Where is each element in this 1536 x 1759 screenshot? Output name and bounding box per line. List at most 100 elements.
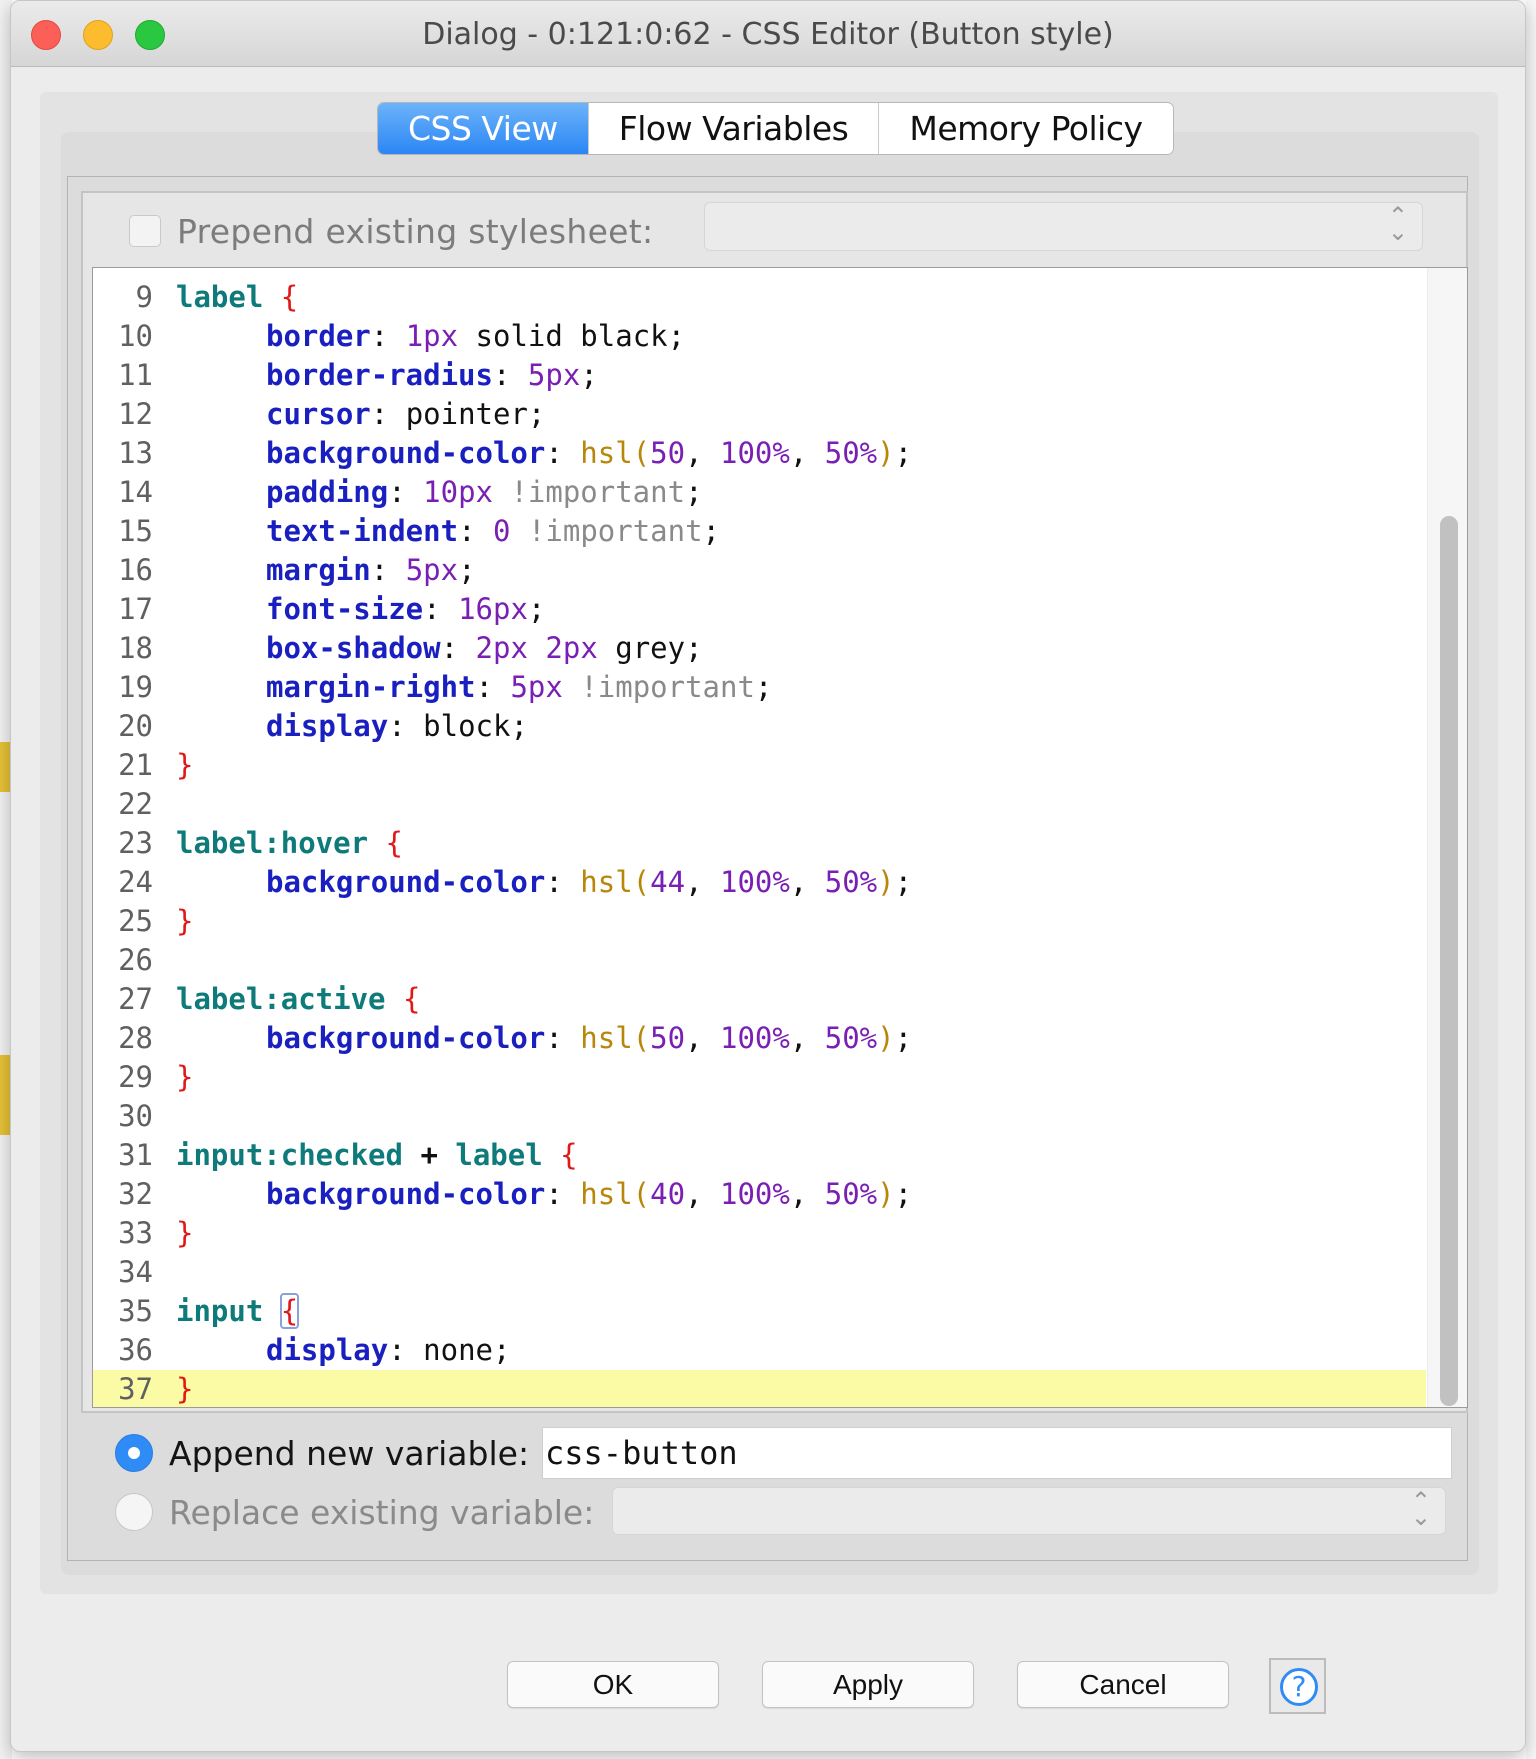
append-variable-row: Append new variable:	[115, 1429, 529, 1477]
code-text: input:checked + label {	[176, 1138, 578, 1172]
line-number: 17	[118, 592, 153, 626]
code-text: background-color: hsl(50, 100%, 50%);	[266, 436, 913, 470]
line-number: 10	[118, 319, 153, 353]
code-line[interactable]: 17 font-size: 16px;	[93, 590, 1426, 629]
code-text: border: 1px solid black;	[266, 319, 686, 353]
code-text: padding: 10px !important;	[266, 475, 703, 509]
background-node-strip	[0, 742, 10, 792]
code-text: }	[176, 748, 194, 782]
line-number: 37	[118, 1372, 153, 1406]
line-number: 21	[118, 748, 153, 782]
line-number: 9	[135, 280, 153, 314]
ok-button[interactable]: OK	[507, 1661, 719, 1708]
line-number: 25	[118, 904, 153, 938]
code-line[interactable]: 27 label:active {	[93, 980, 1426, 1019]
replace-variable-select[interactable]: ⌃ ⌄	[612, 1487, 1446, 1535]
scrollbar-thumb[interactable]	[1440, 516, 1458, 1406]
append-variable-radio[interactable]	[115, 1434, 153, 1472]
updown-chevron-icon: ⌃ ⌄	[1410, 1488, 1431, 1531]
line-number: 29	[118, 1060, 153, 1094]
apply-button[interactable]: Apply	[762, 1661, 974, 1708]
code-line[interactable]: 37}	[93, 1370, 1426, 1407]
dialog-window: Dialog - 0:121:0:62 - CSS Editor (Button…	[10, 0, 1526, 1752]
line-number: 19	[118, 670, 153, 704]
code-text: label:hover {	[176, 826, 403, 860]
prepend-stylesheet-checkbox[interactable]	[129, 215, 161, 247]
code-line[interactable]: 12 cursor: pointer;	[93, 395, 1426, 434]
tab-css-view[interactable]: CSS View	[378, 103, 589, 154]
line-number: 18	[118, 631, 153, 665]
code-line[interactable]: 10 border: 1px solid black;	[93, 317, 1426, 356]
append-variable-input[interactable]: css-button	[542, 1427, 1452, 1479]
tab-flow-variables[interactable]: Flow Variables	[588, 103, 880, 154]
code-text: text-indent: 0 !important;	[266, 514, 721, 548]
tab-memory-policy[interactable]: Memory Policy	[879, 103, 1173, 154]
code-line[interactable]: 30	[93, 1097, 1426, 1136]
code-text: input {	[176, 1293, 300, 1329]
code-text: cursor: pointer;	[266, 397, 546, 431]
code-line[interactable]: 18 box-shadow: 2px 2px grey;	[93, 629, 1426, 668]
help-icon: ?	[1280, 1668, 1318, 1706]
code-line[interactable]: 32 background-color: hsl(40, 100%, 50%);	[93, 1175, 1426, 1214]
help-button[interactable]: ?	[1269, 1658, 1326, 1714]
code-text: }	[176, 1060, 194, 1094]
code-line[interactable]: 26	[93, 941, 1426, 980]
cancel-button[interactable]: Cancel	[1017, 1661, 1229, 1708]
code-line[interactable]: 13 background-color: hsl(50, 100%, 50%);	[93, 434, 1426, 473]
line-number: 11	[118, 358, 153, 392]
line-number: 22	[118, 787, 153, 821]
line-number: 34	[118, 1255, 153, 1289]
code-line[interactable]: 23 label:hover {	[93, 824, 1426, 863]
code-text: background-color: hsl(40, 100%, 50%);	[266, 1177, 913, 1211]
replace-variable-radio[interactable]	[115, 1493, 153, 1531]
line-number: 27	[118, 982, 153, 1016]
code-line[interactable]: 15 text-indent: 0 !important;	[93, 512, 1426, 551]
line-number: 23	[118, 826, 153, 860]
line-number: 13	[118, 436, 153, 470]
css-code-editor[interactable]: 9 label {10 border: 1px solid black; 11 bord…	[92, 267, 1468, 1408]
code-line[interactable]: 21}	[93, 746, 1426, 785]
code-text: display: block;	[266, 709, 528, 743]
line-number: 30	[118, 1099, 153, 1133]
prepend-stylesheet-label: Prepend existing stylesheet:	[177, 211, 654, 251]
line-number: 24	[118, 865, 153, 899]
title-bar[interactable]: Dialog - 0:121:0:62 - CSS Editor (Button…	[11, 1, 1525, 67]
code-text: background-color: hsl(44, 100%, 50%);	[266, 865, 913, 899]
code-line[interactable]: 28 background-color: hsl(50, 100%, 50%);	[93, 1019, 1426, 1058]
code-line[interactable]: 34	[93, 1253, 1426, 1292]
prepend-row: Prepend existing stylesheet:	[129, 211, 653, 251]
line-number: 16	[118, 553, 153, 587]
code-text: label:active {	[176, 982, 421, 1016]
code-text: display: none;	[266, 1333, 511, 1367]
background-node-strip	[0, 1055, 10, 1135]
code-line[interactable]: 14 padding: 10px !important;	[93, 473, 1426, 512]
append-variable-label: Append new variable:	[169, 1433, 530, 1473]
code-line[interactable]: 20 display: block;	[93, 707, 1426, 746]
code-line[interactable]: 31 input:checked + label {	[93, 1136, 1426, 1175]
code-line[interactable]: 33}	[93, 1214, 1426, 1253]
code-text: border-radius: 5px;	[266, 358, 598, 392]
replace-variable-label: Replace existing variable:	[169, 1492, 595, 1532]
code-line[interactable]: 29}	[93, 1058, 1426, 1097]
code-line[interactable]: 16 margin: 5px;	[93, 551, 1426, 590]
line-number: 26	[118, 943, 153, 977]
line-number: 32	[118, 1177, 153, 1211]
line-number: 36	[118, 1333, 153, 1367]
replace-variable-row: Replace existing variable:	[115, 1488, 594, 1536]
code-line[interactable]: 25}	[93, 902, 1426, 941]
vertical-scrollbar[interactable]	[1427, 268, 1467, 1407]
background-app-right	[1526, 0, 1536, 1759]
line-number: 14	[118, 475, 153, 509]
window-title: Dialog - 0:121:0:62 - CSS Editor (Button…	[422, 17, 1114, 52]
code-line[interactable]: 19 margin-right: 5px !important;	[93, 668, 1426, 707]
code-line[interactable]: 35 input {	[93, 1292, 1426, 1331]
code-text: margin-right: 5px !important;	[266, 670, 773, 704]
code-line[interactable]: 9 label {	[93, 278, 1426, 317]
code-text: box-shadow: 2px 2px grey;	[266, 631, 703, 665]
code-line[interactable]: 36 display: none;	[93, 1331, 1426, 1370]
code-line[interactable]: 24 background-color: hsl(44, 100%, 50%);	[93, 863, 1426, 902]
code-line[interactable]: 11 border-radius: 5px;	[93, 356, 1426, 395]
prepend-stylesheet-select[interactable]: ⌃ ⌄	[704, 202, 1423, 251]
code-line[interactable]: 22	[93, 785, 1426, 824]
line-number: 20	[118, 709, 153, 743]
